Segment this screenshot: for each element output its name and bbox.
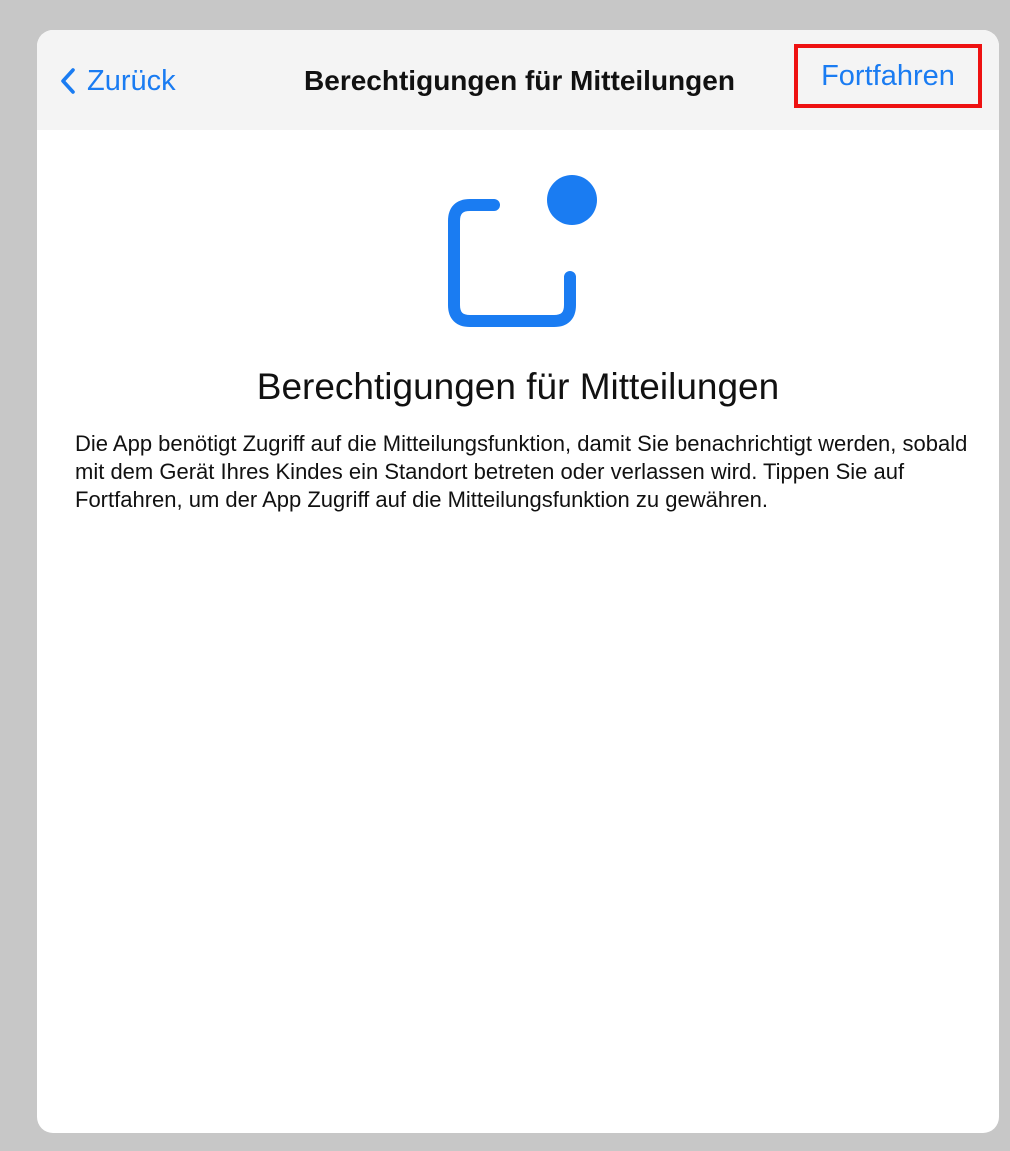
nav-title: Berechtigungen für Mitteilungen [304,65,735,96]
chevron-left-icon [61,68,75,94]
page-heading: Berechtigungen für Mitteilungen [256,366,780,407]
notification-badge-icon [448,175,597,327]
back-button[interactable]: Zurück [59,60,176,102]
continue-button-label: Fortfahren [821,60,955,92]
back-button-label: Zurück [87,65,176,97]
navigation-bar: Zurück Berechtigungen für Mitteilungen F… [37,30,999,130]
permission-sheet: Zurück Berechtigungen für Mitteilungen F… [37,30,999,1133]
permission-description: Die App benötigt Zugriff auf die Mitteil… [75,431,968,512]
continue-button[interactable]: Fortfahren [794,44,982,108]
